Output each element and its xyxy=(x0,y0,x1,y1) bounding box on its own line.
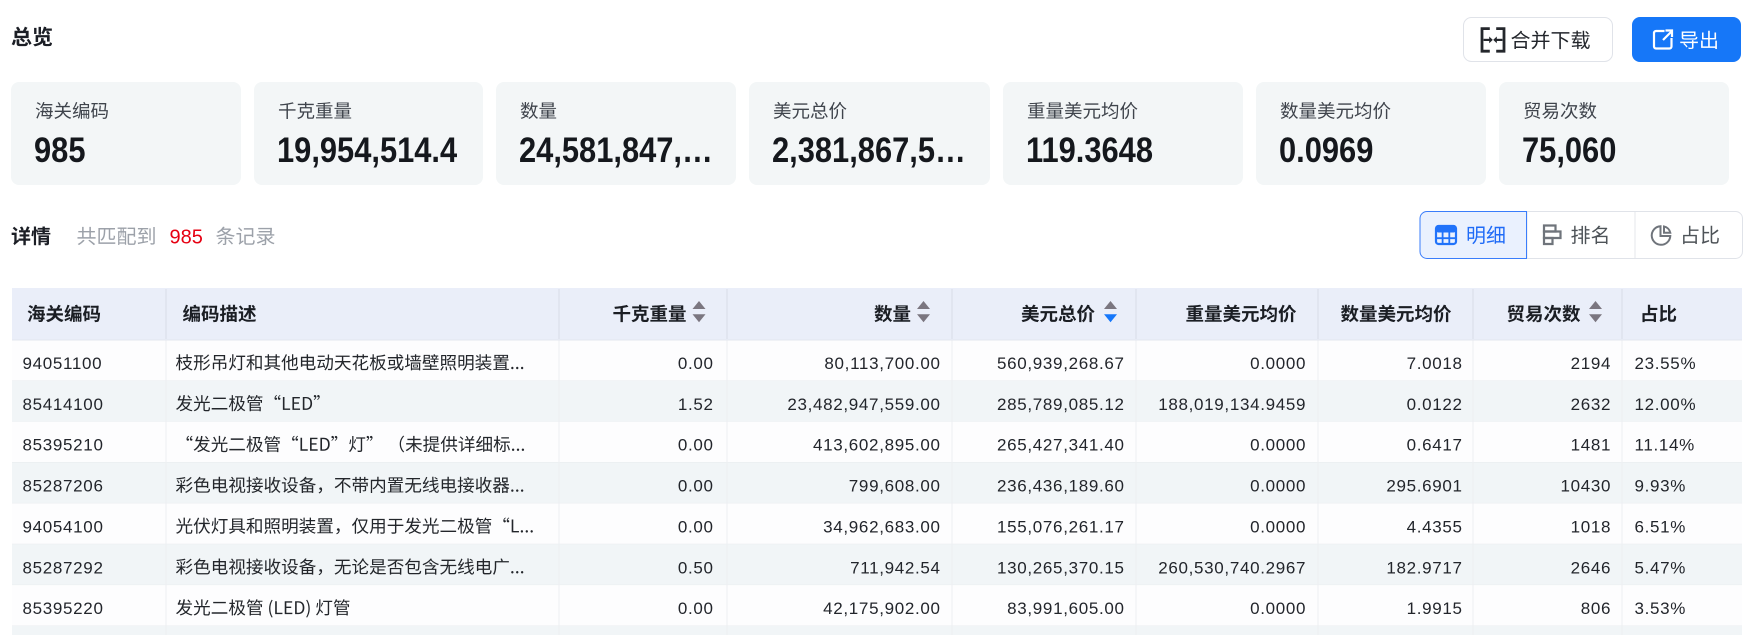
svg-text:285,789,085.12: 285,789,085.12 xyxy=(997,395,1125,414)
svg-text:2632: 2632 xyxy=(1571,395,1612,414)
svg-text:83,991,605.00: 83,991,605.00 xyxy=(1007,599,1125,618)
svg-text:24,581,847,…: 24,581,847,… xyxy=(519,130,713,169)
svg-text:2,381,867,5…: 2,381,867,5… xyxy=(772,130,966,169)
svg-text:413,602,895.00: 413,602,895.00 xyxy=(813,436,941,455)
svg-text:182.9717: 182.9717 xyxy=(1386,558,1462,577)
svg-text:711,942.54: 711,942.54 xyxy=(850,558,941,577)
svg-text:0.0000: 0.0000 xyxy=(1250,599,1306,618)
svg-text:0.6417: 0.6417 xyxy=(1407,436,1463,455)
svg-text:0.00: 0.00 xyxy=(678,517,714,536)
svg-text:0.00: 0.00 xyxy=(678,354,714,373)
svg-text:4.4355: 4.4355 xyxy=(1407,517,1463,536)
svg-text:42,175,902.00: 42,175,902.00 xyxy=(823,599,941,618)
svg-text:12.00%: 12.00% xyxy=(1635,395,1697,414)
svg-text:1.9915: 1.9915 xyxy=(1407,599,1463,618)
svg-text:236,436,189.60: 236,436,189.60 xyxy=(997,477,1125,496)
svg-text:265,427,341.40: 265,427,341.40 xyxy=(997,436,1125,455)
svg-text:295.6901: 295.6901 xyxy=(1386,477,1462,496)
svg-text:10430: 10430 xyxy=(1561,477,1612,496)
svg-text:0.00: 0.00 xyxy=(678,599,714,618)
svg-text:130,265,370.15: 130,265,370.15 xyxy=(997,558,1125,577)
svg-text:0.0122: 0.0122 xyxy=(1407,395,1463,414)
svg-text:155,076,261.17: 155,076,261.17 xyxy=(997,517,1125,536)
svg-text:0.50: 0.50 xyxy=(678,558,714,577)
svg-text:85395210: 85395210 xyxy=(23,436,104,455)
svg-text:260,530,740.2967: 260,530,740.2967 xyxy=(1158,558,1306,577)
svg-text:0.0969: 0.0969 xyxy=(1279,130,1373,169)
svg-text:94051100: 94051100 xyxy=(23,354,103,373)
svg-text:119.3648: 119.3648 xyxy=(1026,130,1153,169)
svg-text:560,939,268.67: 560,939,268.67 xyxy=(997,354,1125,373)
svg-text:0.00: 0.00 xyxy=(678,436,714,455)
svg-text:7.0018: 7.0018 xyxy=(1407,354,1463,373)
svg-text:19,954,514.4: 19,954,514.4 xyxy=(277,130,458,169)
svg-text:85414100: 85414100 xyxy=(23,395,104,414)
svg-text:3.53%: 3.53% xyxy=(1635,599,1687,618)
svg-text:2646: 2646 xyxy=(1571,558,1612,577)
svg-text:85287206: 85287206 xyxy=(23,477,104,496)
svg-text:0.00: 0.00 xyxy=(678,477,714,496)
svg-text:85287292: 85287292 xyxy=(23,558,104,577)
svg-text:80,113,700.00: 80,113,700.00 xyxy=(824,354,940,373)
svg-text:0.0000: 0.0000 xyxy=(1250,354,1306,373)
svg-text:1018: 1018 xyxy=(1571,517,1612,536)
svg-text:94054100: 94054100 xyxy=(23,517,104,536)
svg-text:5.47%: 5.47% xyxy=(1635,558,1687,577)
svg-text:1.52: 1.52 xyxy=(678,395,714,414)
svg-text:799,608.00: 799,608.00 xyxy=(849,477,941,496)
svg-text:188,019,134.9459: 188,019,134.9459 xyxy=(1158,395,1306,414)
svg-text:23.55%: 23.55% xyxy=(1635,354,1697,373)
svg-text:985: 985 xyxy=(34,130,85,169)
svg-text:806: 806 xyxy=(1581,599,1611,618)
svg-text:6.51%: 6.51% xyxy=(1635,517,1687,536)
svg-text:0.0000: 0.0000 xyxy=(1250,436,1306,455)
svg-text:34,962,683.00: 34,962,683.00 xyxy=(823,517,941,536)
svg-text:11.14%: 11.14% xyxy=(1635,436,1695,455)
svg-text:23,482,947,559.00: 23,482,947,559.00 xyxy=(787,395,940,414)
svg-text:2194: 2194 xyxy=(1571,354,1612,373)
svg-text:0.0000: 0.0000 xyxy=(1250,477,1306,496)
svg-text:985: 985 xyxy=(170,227,203,249)
svg-text:1481: 1481 xyxy=(1571,436,1612,455)
svg-text:75,060: 75,060 xyxy=(1522,130,1616,169)
svg-text:9.93%: 9.93% xyxy=(1635,477,1687,496)
svg-text:0.0000: 0.0000 xyxy=(1250,517,1306,536)
svg-text:85395220: 85395220 xyxy=(23,599,104,618)
